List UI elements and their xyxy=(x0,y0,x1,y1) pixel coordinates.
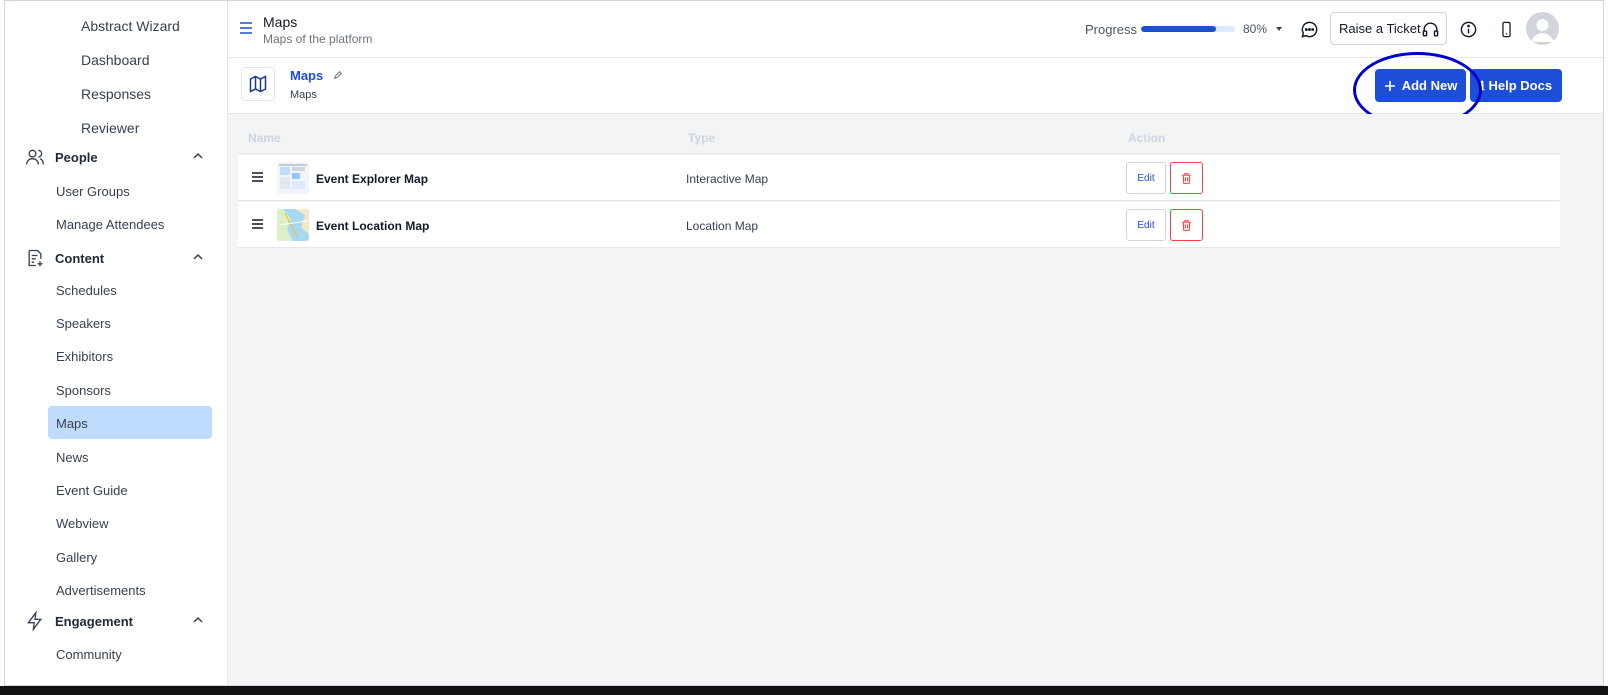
sidebar-section-label: Content xyxy=(55,250,105,266)
progress-fill xyxy=(1141,26,1217,32)
edit-button[interactable]: Edit xyxy=(1126,162,1166,194)
help-docs-label: Help Docs xyxy=(1488,78,1553,93)
map-thumbnail xyxy=(277,162,309,194)
sidebar-item-responses[interactable]: Responses xyxy=(81,86,151,102)
sidebar-section-people[interactable]: People xyxy=(25,145,215,169)
table-header: Name Type Action xyxy=(238,124,1560,154)
map-type: Location Map xyxy=(686,219,759,233)
trash-icon xyxy=(1182,219,1191,231)
app-window: Abstract Wizard Dashboard Responses Revi… xyxy=(4,0,1604,686)
chat-icon[interactable] xyxy=(1299,19,1319,39)
sidebar-section-label: People xyxy=(55,149,98,165)
add-new-button[interactable]: Add New xyxy=(1375,69,1466,102)
plus-icon xyxy=(1384,80,1395,91)
info-icon: ℹ xyxy=(1479,78,1485,93)
sidebar: Abstract Wizard Dashboard Responses Revi… xyxy=(5,1,228,685)
chevron-up-icon[interactable] xyxy=(191,250,205,264)
info-icon[interactable] xyxy=(1458,19,1478,39)
delete-button[interactable] xyxy=(1170,162,1203,194)
raise-ticket-button[interactable]: Raise a Ticket xyxy=(1330,12,1447,45)
drag-handle-icon[interactable] xyxy=(252,219,263,229)
table-row[interactable]: Event Explorer Map Interactive Map Edit xyxy=(238,155,1560,201)
add-new-label: Add New xyxy=(1401,78,1458,93)
sidebar-item-event-guide[interactable]: Event Guide xyxy=(56,483,128,498)
sidebar-item-news[interactable]: News xyxy=(56,450,89,465)
sidebar-item-manage-attendees[interactable]: Manage Attendees xyxy=(56,217,164,232)
page-subtitle: Maps of the platform xyxy=(263,32,373,46)
delete-button[interactable] xyxy=(1170,209,1203,241)
user-avatar[interactable] xyxy=(1526,12,1559,45)
sidebar-section-content[interactable]: Content xyxy=(25,246,215,270)
raise-ticket-label: Raise a Ticket xyxy=(1339,21,1421,36)
progress-bar xyxy=(1141,26,1235,32)
column-header-action: Action xyxy=(1128,131,1166,145)
sidebar-item-advertisements[interactable]: Advertisements xyxy=(56,583,146,598)
sidebar-item-webview[interactable]: Webview xyxy=(56,516,109,531)
map-name[interactable]: Event Explorer Map xyxy=(316,172,428,186)
map-type: Interactive Map xyxy=(686,172,769,186)
sidebar-section-engagement[interactable]: Engagement xyxy=(25,609,215,633)
sidebar-item-sponsors[interactable]: Sponsors xyxy=(56,383,111,398)
lightning-icon xyxy=(25,611,45,631)
headset-icon xyxy=(1422,22,1439,37)
progress-percent: 80% xyxy=(1243,22,1268,36)
chevron-up-icon[interactable] xyxy=(191,149,205,163)
sidebar-item-dashboard[interactable]: Dashboard xyxy=(81,52,150,68)
sidebar-item-gallery[interactable]: Gallery xyxy=(56,550,97,565)
sidebar-item-schedules[interactable]: Schedules xyxy=(56,283,117,298)
hamburger-menu-icon[interactable] xyxy=(239,21,253,35)
drag-handle-icon[interactable] xyxy=(252,172,263,182)
map-name[interactable]: Event Location Map xyxy=(316,219,429,233)
main-content: Name Type Action Event Explorer Map Inte… xyxy=(228,114,1603,685)
chevron-up-icon[interactable] xyxy=(191,613,205,627)
people-icon xyxy=(25,147,45,167)
sidebar-item-user-groups[interactable]: User Groups xyxy=(56,184,130,199)
map-thumbnail xyxy=(277,209,309,241)
pencil-icon[interactable] xyxy=(333,70,343,80)
mobile-phone-icon[interactable] xyxy=(1496,19,1516,39)
content-icon xyxy=(25,248,45,268)
caret-down-icon[interactable] xyxy=(1274,25,1284,33)
table-row[interactable]: Event Location Map Location Map Edit xyxy=(238,202,1560,248)
edit-button[interactable]: Edit xyxy=(1126,209,1166,241)
top-bar: Maps Maps of the platform Progress 80% R… xyxy=(228,1,1603,58)
trash-icon xyxy=(1182,172,1191,184)
column-header-type[interactable]: Type xyxy=(688,131,715,145)
sidebar-item-speakers[interactable]: Speakers xyxy=(56,316,111,331)
content-header: Maps Maps Add New ℹ Help Docs xyxy=(228,52,1603,128)
help-docs-button[interactable]: ℹ Help Docs xyxy=(1470,69,1562,102)
section-title: Maps xyxy=(290,68,324,83)
window-bottom-edge xyxy=(0,686,1608,695)
sidebar-item-reviewer[interactable]: Reviewer xyxy=(81,120,139,136)
sidebar-item-abstract-wizard[interactable]: Abstract Wizard xyxy=(81,18,180,34)
sidebar-item-community[interactable]: Community xyxy=(56,647,122,662)
sidebar-item-maps[interactable]: Maps xyxy=(56,416,88,431)
sidebar-section-label: Engagement xyxy=(55,613,134,629)
column-header-name[interactable]: Name xyxy=(248,131,281,145)
sidebar-item-exhibitors[interactable]: Exhibitors xyxy=(56,349,113,364)
page-title: Maps xyxy=(263,14,298,30)
section-breadcrumb: Maps xyxy=(290,89,317,101)
progress-label: Progress xyxy=(1085,22,1138,37)
map-icon xyxy=(241,67,275,101)
